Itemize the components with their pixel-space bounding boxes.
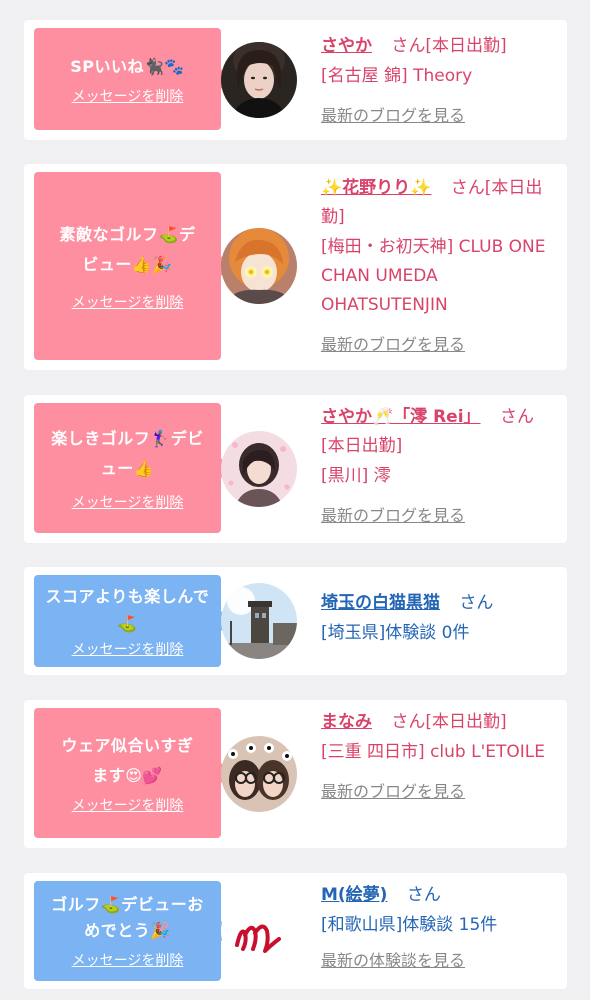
message-card: 素敵なゴルフ⛳️デビュー👍🎉 メッセージを削除 ✨花野りり✨ さん[本日出勤] … [24,164,567,370]
message-card: 楽しきゴルフ🏌️‍♀️デビュー👍 メッセージを削除 さやか🥂「澪 Rei」 さん… [24,395,567,543]
cast-name-link[interactable]: さやか [321,36,372,56]
honorific: さん [450,178,485,198]
avatar[interactable] [221,583,297,659]
blog-link[interactable]: 最新のブログを見る [321,106,465,125]
honorific: さん [499,407,534,427]
cast-info: さやか さん[本日出勤] [名古屋 錦] Theory 最新のブログを見る [321,32,551,131]
message-bubble: SPいいね🐈‍⬛🐾 メッセージを削除 [34,28,231,130]
delete-message-link[interactable]: メッセージを削除 [72,494,184,512]
delete-message-link[interactable]: メッセージを削除 [72,294,184,312]
blog-link[interactable]: 最新のブログを見る [321,335,465,354]
shop-info: [梅田・お初天神] CLUB ONE CHAN UMEDA OHATSUTENJ… [321,237,546,315]
message-bubble: 楽しきゴルフ🏌️‍♀️デビュー👍 メッセージを削除 [34,403,231,533]
cast-info: ✨花野りり✨ さん[本日出勤] [梅田・お初天神] CLUB ONE CHAN … [321,174,551,360]
blog-link[interactable]: 最新のブログを見る [321,782,465,801]
review-count: [和歌山県]体験談 15件 [321,915,498,935]
avatar[interactable] [221,893,297,969]
cast-name-link[interactable]: ✨花野りり✨ [321,178,431,198]
honorific: さん [406,885,441,905]
delete-message-link[interactable]: メッセージを削除 [72,952,184,970]
message-bubble: ウェア似合いすぎます😍💕 メッセージを削除 [34,708,231,838]
review-link[interactable]: 最新の体験談を見る [321,951,465,970]
message-text: ウェア似合いすぎます😍💕 [61,736,194,785]
blog-link[interactable]: 最新のブログを見る [321,506,465,525]
cast-info: さやか🥂「澪 Rei」 さん [本日出勤] [黒川] 澪 最新のブログを見る [321,403,551,531]
work-status: [本日出勤] [425,712,507,732]
cast-name-link[interactable]: さやか🥂「澪 Rei」 [321,407,481,427]
message-bubble: スコアよりも楽しんで⛳️ メッセージを削除 [34,575,231,667]
message-text: スコアよりも楽しんで⛳️ [45,587,210,633]
delete-message-link[interactable]: メッセージを削除 [72,641,184,659]
work-status: [本日出勤] [321,436,403,456]
shop-info: [三重 四日市] club L'ETOILE [321,742,545,762]
message-card: ゴルフ⛳️デビューおめでとう🎉 メッセージを削除 M(絵夢) さん [和歌山県]… [24,873,567,989]
message-text: 素敵なゴルフ⛳️デビュー👍🎉 [59,225,196,274]
user-info: M(絵夢) さん [和歌山県]体験談 15件 最新の体験談を見る [321,881,551,976]
cast-info: まなみ さん[本日出勤] [三重 四日市] club L'ETOILE 最新のブ… [321,708,551,807]
user-name-link[interactable]: M(絵夢) [321,885,387,905]
honorific: さん [391,712,426,732]
message-card: スコアよりも楽しんで⛳️ メッセージを削除 埼玉の白猫黒猫 さん [埼玉県]体験… [24,567,567,675]
delete-message-link[interactable]: メッセージを削除 [72,88,184,106]
avatar[interactable] [221,228,297,304]
shop-info: [名古屋 錦] Theory [321,66,473,86]
message-list: SPいいね🐈‍⬛🐾 メッセージを削除 さやか さん[本日出勤] [名古屋 錦] … [0,0,590,1000]
avatar[interactable] [221,736,297,812]
message-text: ゴルフ⛳️デビューおめでとう🎉 [51,895,204,940]
message-text: 楽しきゴルフ🏌️‍♀️デビュー👍 [51,429,204,478]
cast-name-link[interactable]: まなみ [321,712,372,732]
review-count: [埼玉県]体験談 0件 [321,623,470,643]
user-info: 埼玉の白猫黒猫 さん [埼玉県]体験談 0件 [321,589,551,648]
message-bubble: 素敵なゴルフ⛳️デビュー👍🎉 メッセージを削除 [34,172,231,360]
avatar[interactable] [221,431,297,507]
work-status: [本日出勤] [425,36,507,56]
message-text: SPいいね🐈‍⬛🐾 [70,56,185,76]
user-name-link[interactable]: 埼玉の白猫黒猫 [321,593,440,613]
shop-info: [黒川] 澪 [321,466,391,486]
message-bubble: ゴルフ⛳️デビューおめでとう🎉 メッセージを削除 [34,881,231,981]
avatar[interactable] [221,42,297,118]
message-card: SPいいね🐈‍⬛🐾 メッセージを削除 さやか さん[本日出勤] [名古屋 錦] … [24,20,567,140]
honorific: さん [391,36,426,56]
honorific: さん [459,593,494,613]
delete-message-link[interactable]: メッセージを削除 [72,797,184,815]
message-card: ウェア似合いすぎます😍💕 メッセージを削除 まなみ さん[本日出勤] [三重 四… [24,700,567,848]
